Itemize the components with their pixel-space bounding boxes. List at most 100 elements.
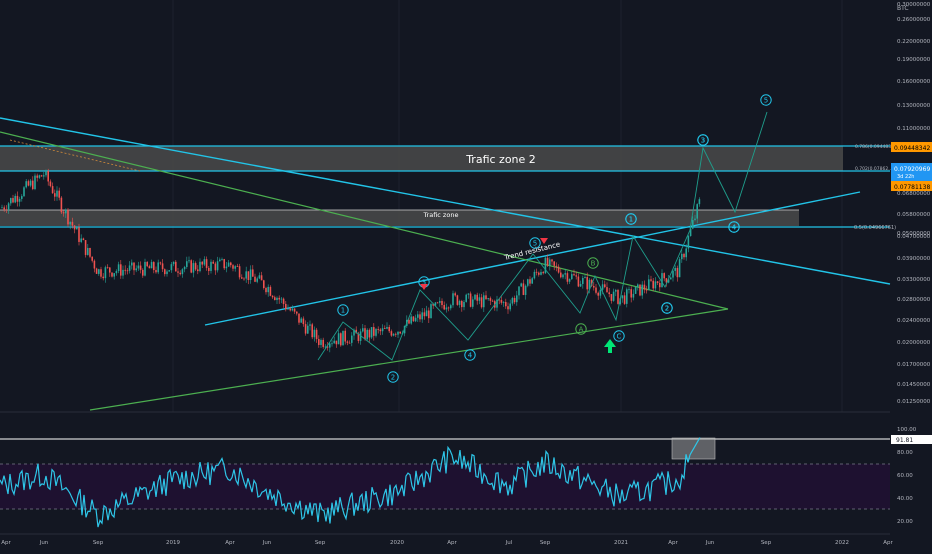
candle-body	[513, 297, 516, 303]
candle-body	[84, 240, 87, 255]
candle-body	[157, 262, 159, 273]
candle-body	[575, 275, 577, 277]
time-label: 2019	[166, 540, 180, 546]
candle-body	[21, 196, 23, 199]
candle-body	[531, 278, 533, 284]
candle-body	[104, 267, 107, 279]
candle-body	[208, 267, 210, 271]
wave-label: C	[617, 332, 622, 340]
candle-body	[579, 283, 582, 287]
candle-body	[115, 271, 118, 274]
candle-body	[80, 238, 82, 242]
price-label: 0.30000000	[897, 2, 931, 8]
candle-body	[621, 295, 624, 299]
candle-body	[439, 300, 441, 303]
candle-body	[597, 292, 599, 296]
candle-body	[29, 180, 32, 186]
candle-body	[216, 261, 219, 271]
candle-body	[368, 329, 371, 338]
candle-body	[377, 329, 379, 330]
candle-body	[210, 261, 212, 271]
candle-body	[582, 278, 584, 284]
candle-body	[628, 289, 630, 290]
candle-body	[12, 198, 14, 203]
candle-body	[144, 261, 146, 276]
candle-body	[626, 289, 628, 304]
time-label: Jul	[505, 540, 513, 546]
candle-body	[71, 221, 74, 226]
candle-body	[172, 261, 175, 265]
candle-body	[135, 268, 137, 271]
trafic-zone-2-label: Trafic zone 2	[465, 153, 536, 166]
price-label: 0.01250000	[897, 399, 931, 405]
candle-body	[278, 297, 280, 300]
candle-body	[362, 328, 364, 332]
trafic-zone-2-box[interactable]	[0, 146, 843, 171]
rsi-current-tag-text: 91.81	[896, 437, 913, 444]
candle-body	[164, 269, 166, 275]
candle-body	[219, 259, 221, 262]
candle-body	[428, 310, 430, 319]
rsi-axis-label: 80.00	[897, 450, 913, 456]
candle-body	[47, 171, 49, 182]
candle-body	[674, 267, 676, 271]
candle-body	[436, 302, 439, 304]
candle-body	[43, 175, 45, 177]
candle-body	[56, 190, 58, 197]
candle-body	[606, 287, 608, 293]
trafic-zone-box[interactable]	[0, 210, 799, 226]
candle-body	[221, 259, 223, 260]
candle-body	[522, 283, 525, 295]
candle-body	[289, 308, 291, 311]
countdown-text: 3d 22h	[897, 174, 914, 180]
price-label: 0.13000000	[897, 103, 931, 109]
candle-body	[62, 212, 65, 214]
candle-body	[27, 181, 30, 186]
candle-body	[36, 175, 38, 178]
candle-body	[304, 324, 307, 334]
candle-body	[82, 238, 85, 241]
candle-body	[10, 198, 12, 204]
candle-body	[7, 203, 10, 211]
candle-body	[241, 277, 243, 279]
candle-body	[302, 318, 305, 325]
candle-body	[252, 269, 254, 277]
candle-body	[38, 175, 41, 178]
candle-body	[344, 330, 346, 342]
candle-body	[518, 286, 520, 296]
time-label: Jun	[262, 540, 272, 546]
candle-body	[23, 187, 25, 197]
candle-body	[100, 269, 102, 277]
candle-body	[643, 284, 646, 290]
candle-body	[551, 259, 553, 262]
candle-body	[520, 283, 522, 287]
candle-body	[676, 267, 679, 278]
rsi-axis-label: 60.00	[897, 473, 913, 479]
candle-body	[307, 325, 309, 334]
chart-canvas[interactable]: BTC 0.300000000.260000000.220000000.1900…	[0, 0, 932, 550]
candle-body	[632, 293, 635, 298]
candle-body	[469, 293, 472, 307]
candle-body	[133, 262, 135, 271]
wave-label: A	[579, 325, 584, 333]
candle-body	[258, 275, 261, 279]
candle-body	[672, 270, 674, 278]
trafic-zone-label: Trafic zone	[423, 211, 459, 219]
candle-body	[106, 267, 109, 269]
candle-body	[586, 277, 588, 290]
wave-label: 2	[391, 373, 395, 381]
candle-body	[485, 295, 487, 300]
price-label: 0.26000000	[897, 17, 931, 23]
candle-body	[612, 291, 615, 301]
price-label: 0.06800000	[897, 191, 931, 197]
candle-body	[395, 333, 397, 335]
candle-body	[126, 270, 129, 272]
candle-body	[25, 181, 27, 188]
candle-body	[601, 284, 604, 290]
candle-body	[524, 285, 527, 295]
candle-body	[540, 272, 542, 275]
candle-body	[685, 248, 687, 258]
up-arrow-green-stem	[608, 347, 612, 353]
candle-body	[527, 279, 529, 286]
fib-702-label: 0.702(0.07862...)	[855, 166, 895, 172]
